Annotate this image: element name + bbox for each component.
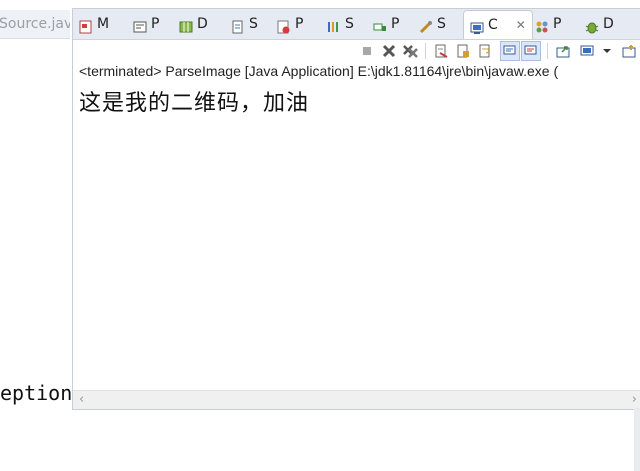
- chevron-down-icon[interactable]: [599, 43, 615, 59]
- scroll-lock-icon[interactable]: [455, 43, 471, 59]
- tab-search[interactable]: S: [327, 11, 354, 37]
- code-fragment-text: eption: [0, 381, 72, 405]
- tab-progress[interactable]: P: [373, 11, 399, 37]
- servers-icon: [419, 17, 433, 34]
- remove-launch-icon[interactable]: [381, 43, 397, 59]
- tab-data-source[interactable]: D: [179, 11, 208, 37]
- scroll-left-icon[interactable]: ‹: [79, 392, 84, 407]
- tab-label: D: [197, 16, 208, 32]
- properties-icon: [133, 17, 147, 33]
- view-tab-bar: M P D S P S P S C ✕ P D: [73, 9, 640, 40]
- tab-label: P: [391, 16, 400, 32]
- tab-debug[interactable]: D: [585, 11, 614, 37]
- data-source-icon: [179, 17, 193, 33]
- search-icon: [327, 17, 341, 32]
- tab-label: C: [488, 17, 498, 33]
- console-toolbar: [73, 40, 640, 62]
- remove-all-terminated-icon[interactable]: [403, 43, 419, 59]
- editor-tab-label: Source.jav: [0, 16, 70, 32]
- progress-icon: [373, 17, 387, 31]
- console-output: 这是我的二维码，加油: [79, 91, 310, 116]
- show-on-stdout-icon[interactable]: [500, 41, 520, 61]
- terminate-icon[interactable]: [359, 43, 375, 59]
- tab-snippets[interactable]: S: [231, 11, 258, 37]
- tab-label: M: [97, 16, 110, 32]
- code-fragment: eption: [0, 380, 72, 406]
- tab-label: P: [553, 16, 562, 32]
- clear-console-icon[interactable]: [433, 43, 449, 59]
- problems-icon: [277, 17, 291, 34]
- toolbar-divider: [425, 43, 426, 59]
- tab-label: S: [437, 16, 446, 32]
- tab-markers[interactable]: M: [79, 11, 109, 37]
- console-view: M P D S P S P S C ✕ P D <terminated> Par…: [72, 8, 640, 410]
- tab-console[interactable]: C ✕: [463, 10, 533, 39]
- display-console-icon[interactable]: [579, 43, 595, 59]
- tab-plugins[interactable]: P: [535, 11, 561, 37]
- show-on-stderr-icon[interactable]: [521, 41, 541, 61]
- horizontal-scrollbar[interactable]: ‹ ›: [73, 390, 640, 409]
- tab-label: S: [345, 16, 354, 32]
- tab-label: P: [295, 16, 304, 32]
- tab-problems[interactable]: P: [277, 11, 303, 37]
- open-console-icon[interactable]: [621, 43, 637, 59]
- tab-properties[interactable]: P: [133, 11, 159, 37]
- close-icon[interactable]: ✕: [516, 12, 526, 38]
- console-icon: [470, 18, 484, 34]
- plugins-icon: [535, 17, 549, 33]
- pin-console-icon[interactable]: [555, 43, 571, 59]
- tab-label: S: [249, 16, 258, 32]
- editor-area: Source.jav: [0, 0, 70, 408]
- console-header: <terminated> ParseImage [Java Applicatio…: [79, 63, 559, 79]
- editor-tab-source[interactable]: Source.jav: [0, 10, 70, 39]
- debug-icon: [585, 17, 599, 34]
- tab-label: P: [151, 16, 160, 32]
- tab-servers[interactable]: S: [419, 11, 446, 37]
- toolbar-divider: [547, 43, 548, 59]
- word-wrap-icon[interactable]: [477, 43, 493, 59]
- scroll-right-icon[interactable]: ›: [632, 392, 637, 407]
- markers-icon: [79, 17, 93, 34]
- tab-label: D: [603, 16, 614, 32]
- vertical-scrollbar[interactable]: [634, 408, 640, 471]
- snippets-icon: [231, 17, 245, 34]
